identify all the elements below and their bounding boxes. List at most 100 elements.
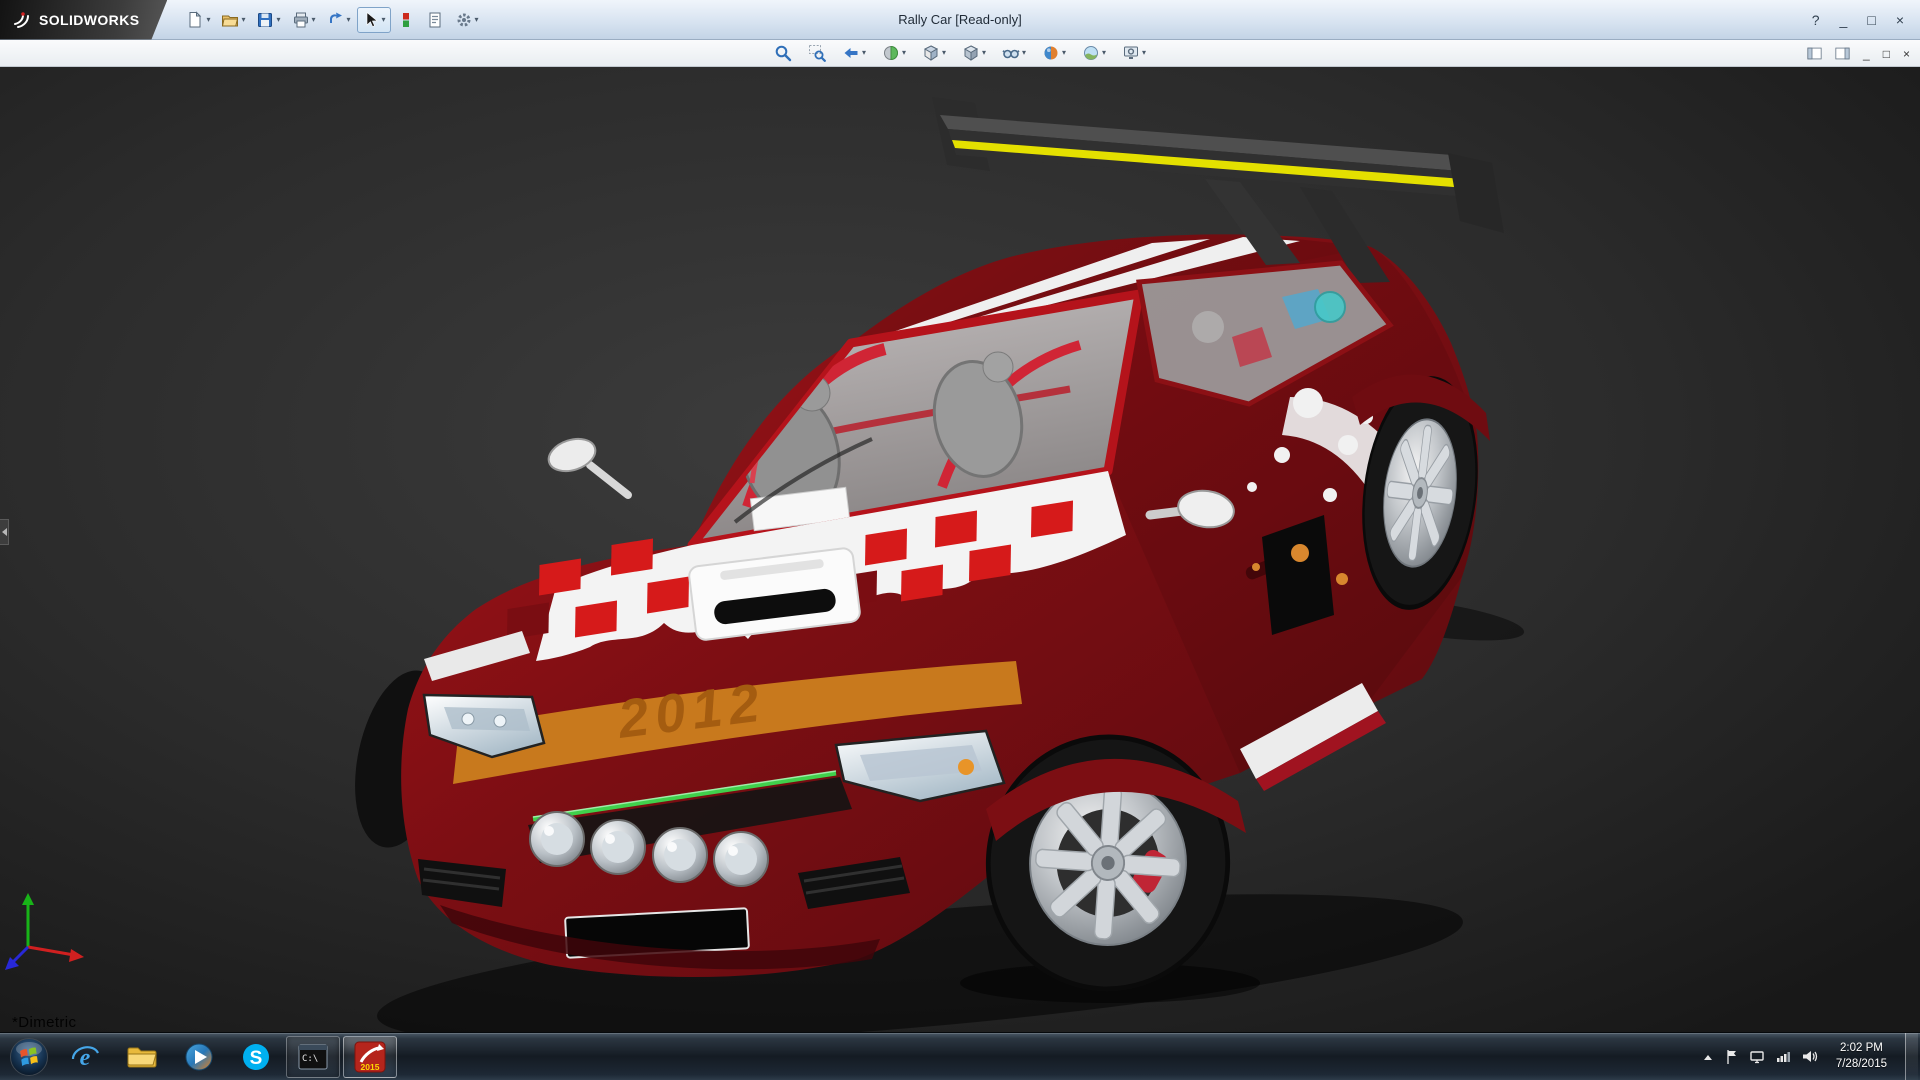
panel-layout-icon[interactable]	[1807, 47, 1822, 60]
file-properties-button[interactable]	[421, 7, 449, 33]
previous-view-button[interactable]: ▾	[838, 42, 870, 64]
open-folder-icon	[221, 11, 239, 29]
zoom-to-area-icon	[808, 44, 826, 62]
app-titlebar: SOLIDWORKS ▾ ▾ ▾	[0, 0, 1920, 40]
close-button[interactable]: ×	[1896, 13, 1904, 27]
show-desktop-button[interactable]	[1905, 1033, 1918, 1080]
heads-up-toolbar: ▾ ▾ ▾ ▾ ▾	[770, 42, 1150, 64]
view-orientation-cube-icon	[922, 44, 940, 62]
select-tool-button[interactable]: ▾	[357, 7, 391, 33]
internet-explorer-icon: e	[70, 1042, 100, 1072]
chevron-down-icon[interactable]: ▾	[347, 16, 351, 24]
folder-icon	[126, 1044, 158, 1070]
rebuild-button[interactable]	[392, 7, 420, 33]
main-toolbar: ▾ ▾ ▾ ▾ ▾	[181, 7, 483, 33]
solidworks-logo-icon	[12, 10, 32, 30]
taskbar-media-player[interactable]	[172, 1036, 226, 1078]
chevron-down-icon[interactable]: ▾	[276, 16, 280, 24]
section-view-button[interactable]: ▾	[878, 42, 910, 64]
taskbar-command-prompt[interactable]: C:\	[286, 1036, 340, 1078]
3d-viewport-scene[interactable]: 2012	[0, 67, 1920, 1032]
hide-show-glasses-icon	[1002, 44, 1020, 62]
start-button[interactable]	[0, 1033, 58, 1080]
network-icon[interactable]	[1776, 1050, 1791, 1063]
undo-button[interactable]: ▾	[322, 7, 356, 33]
select-cursor-icon	[362, 11, 380, 29]
new-document-button[interactable]: ▾	[181, 7, 215, 33]
new-document-icon	[186, 11, 204, 29]
volume-icon[interactable]	[1802, 1049, 1818, 1064]
display-style-icon	[962, 44, 980, 62]
help-button[interactable]: ?	[1812, 13, 1820, 27]
chevron-down-icon[interactable]: ▾	[1062, 49, 1066, 57]
chevron-down-icon[interactable]: ▾	[206, 16, 210, 24]
command-prompt-icon: C:\	[298, 1044, 328, 1070]
skype-icon: S	[241, 1042, 271, 1072]
solidworks-logo: SOLIDWORKS	[0, 0, 167, 40]
undo-icon	[327, 11, 345, 29]
view-orientation-label: *Dimetric	[12, 1014, 76, 1031]
view-orientation-button[interactable]: ▾	[918, 42, 950, 64]
zoom-to-area-button[interactable]	[804, 42, 830, 64]
view-toolbar: ▾ ▾ ▾ ▾ ▾	[0, 40, 1920, 67]
chevron-down-icon[interactable]: ▾	[382, 16, 386, 24]
scene-sphere-icon	[1082, 44, 1100, 62]
chevron-down-icon[interactable]: ▾	[862, 49, 866, 57]
file-properties-icon	[426, 11, 444, 29]
display-style-button[interactable]: ▾	[958, 42, 990, 64]
restore-button[interactable]: □	[1867, 13, 1875, 27]
zoom-to-fit-button[interactable]	[770, 42, 796, 64]
action-center-flag-icon[interactable]	[1725, 1049, 1739, 1065]
zoom-to-fit-icon	[774, 44, 792, 62]
options-button[interactable]: ▾	[450, 7, 484, 33]
rear-deck-detail	[1315, 292, 1345, 322]
panel-layout-alt-icon[interactable]	[1835, 47, 1850, 60]
display-settings-icon[interactable]	[1750, 1050, 1765, 1064]
clock-date: 7/28/2015	[1836, 1057, 1887, 1073]
svg-text:S: S	[250, 1048, 263, 1069]
graphics-area: 2012	[0, 67, 1920, 1032]
media-player-icon	[184, 1042, 214, 1072]
document-window-controls: _ □ ×	[1807, 40, 1910, 67]
chevron-down-icon[interactable]: ▾	[902, 49, 906, 57]
chevron-down-icon[interactable]: ▾	[982, 49, 986, 57]
doc-restore-button[interactable]: □	[1883, 48, 1890, 60]
collapse-feature-tree-arrow[interactable]	[0, 519, 9, 545]
apply-scene-button[interactable]: ▾	[1078, 42, 1110, 64]
view-settings-icon	[1122, 44, 1140, 62]
gear-icon	[455, 11, 473, 29]
minimize-button[interactable]: _	[1840, 13, 1848, 27]
taskbar-solidworks[interactable]: 2015	[343, 1036, 397, 1078]
brand-text: SOLIDWORKS	[39, 12, 139, 28]
edit-appearance-button[interactable]: ▾	[1038, 42, 1070, 64]
view-settings-button[interactable]: ▾	[1118, 42, 1150, 64]
save-icon	[256, 11, 274, 29]
clock-time: 2:02 PM	[1836, 1041, 1887, 1057]
solidworks-app-icon: 2015	[353, 1040, 387, 1074]
caption-buttons: ? _ □ ×	[1812, 13, 1920, 27]
taskbar-items: e S	[58, 1033, 397, 1080]
print-button[interactable]: ▾	[287, 7, 321, 33]
show-hidden-icons-button[interactable]	[1702, 1052, 1714, 1062]
chevron-down-icon[interactable]: ▾	[312, 16, 316, 24]
doc-minimize-button[interactable]: _	[1863, 48, 1870, 60]
taskbar-skype[interactable]: S	[229, 1036, 283, 1078]
hide-show-items-button[interactable]: ▾	[998, 42, 1030, 64]
window-title: Rally Car [Read-only]	[898, 12, 1022, 27]
chevron-down-icon[interactable]: ▾	[1142, 49, 1146, 57]
taskbar-internet-explorer[interactable]: e	[58, 1036, 112, 1078]
chevron-down-icon[interactable]: ▾	[475, 16, 479, 24]
save-button[interactable]: ▾	[251, 7, 285, 33]
print-icon	[292, 11, 310, 29]
chevron-down-icon[interactable]: ▾	[241, 16, 245, 24]
doc-close-button[interactable]: ×	[1903, 48, 1910, 60]
previous-view-icon	[842, 44, 860, 62]
taskbar-windows-explorer[interactable]	[115, 1036, 169, 1078]
chevron-down-icon[interactable]: ▾	[942, 49, 946, 57]
chevron-down-icon[interactable]: ▾	[1102, 49, 1106, 57]
taskbar-clock[interactable]: 2:02 PM 7/28/2015	[1829, 1041, 1894, 1072]
windows-start-orb-icon	[9, 1037, 49, 1077]
chevron-down-icon[interactable]: ▾	[1022, 49, 1026, 57]
open-document-button[interactable]: ▾	[216, 7, 250, 33]
rebuild-icon	[397, 11, 415, 29]
